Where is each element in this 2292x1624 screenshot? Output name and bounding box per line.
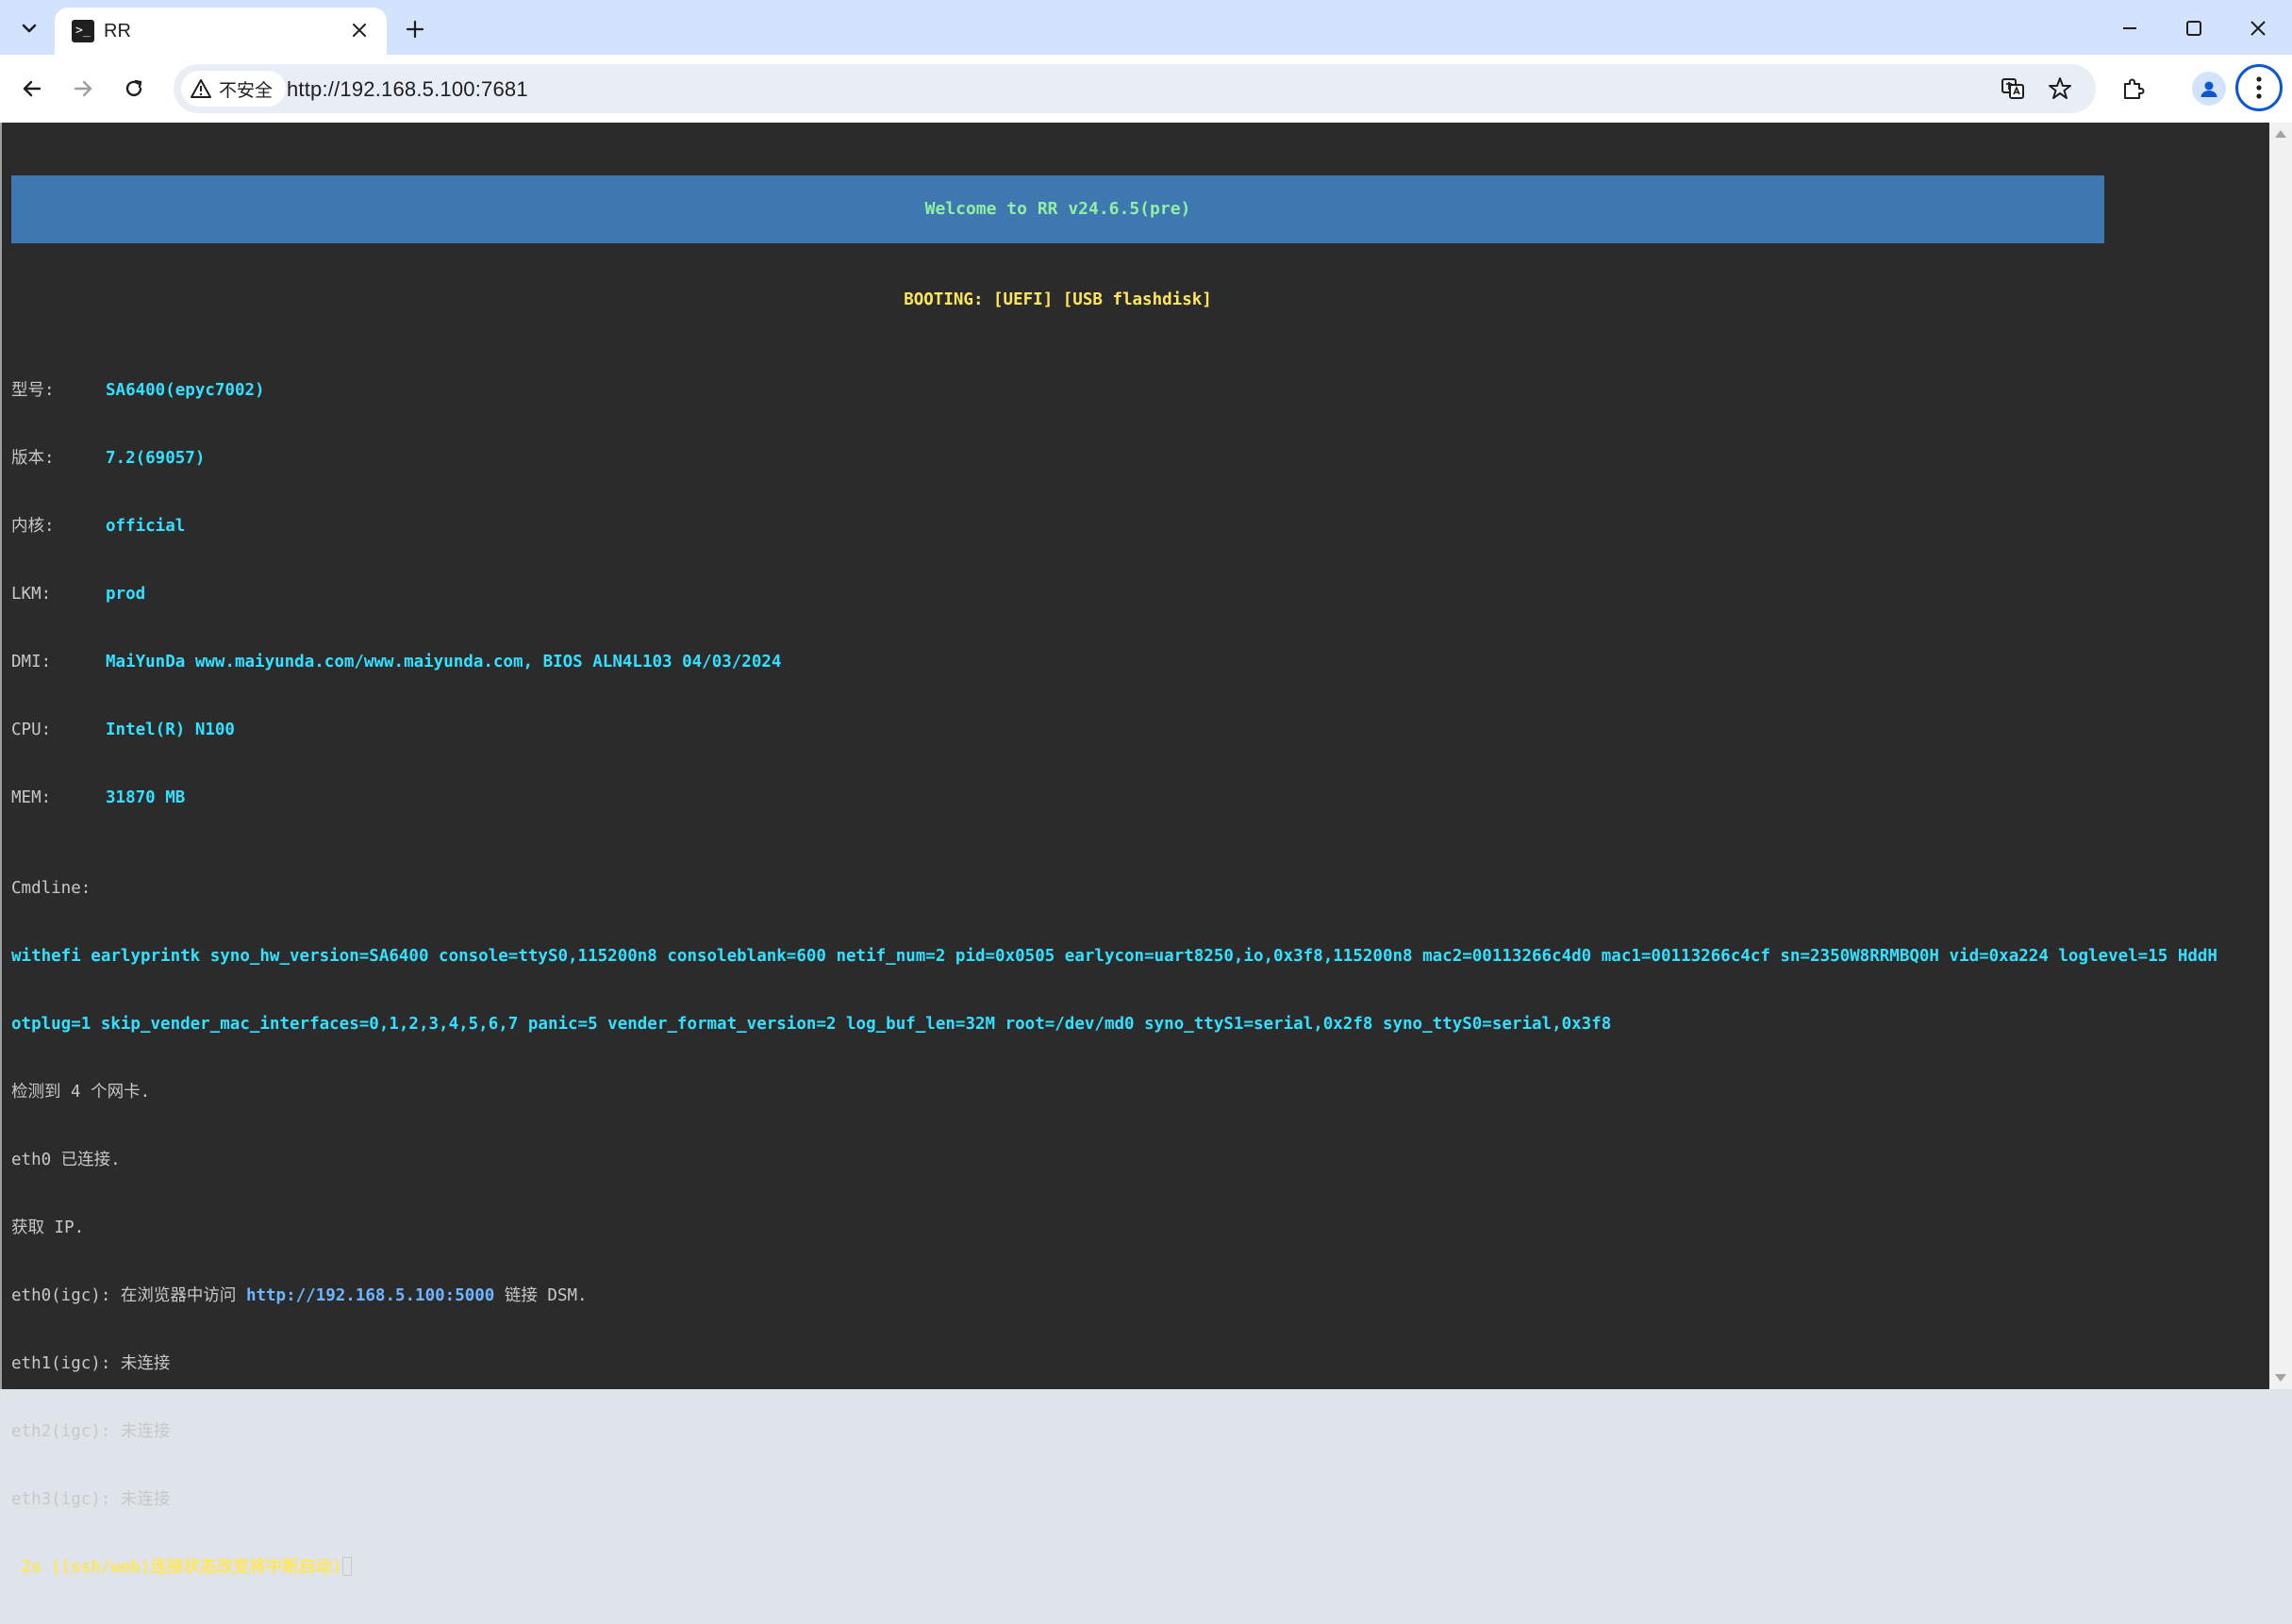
back-arrow-icon[interactable] — [11, 68, 53, 109]
forward-arrow-icon[interactable] — [62, 68, 104, 109]
countdown-line: 2s ((ssh/web)连接状态改变将中断启动) — [11, 1556, 2217, 1579]
info-label: 版本: — [11, 449, 55, 468]
new-tab-plus-icon[interactable] — [398, 11, 432, 45]
scroll-down-arrow-icon[interactable] — [2275, 1374, 2286, 1382]
info-value: 7.2(69057) — [106, 449, 206, 468]
eth0-connected-line: eth0 已连接. — [11, 1151, 121, 1169]
info-row-kernel: 内核: official — [11, 515, 2217, 538]
get-ip-line: 获取 IP. — [11, 1218, 85, 1237]
nic-detected-line: 检测到 4 个网卡. — [11, 1083, 151, 1102]
info-value: MaiYunDa www.maiyunda.com/www.maiyunda.c… — [106, 653, 782, 671]
eth2-status-line: eth2(igc): 未连接 — [11, 1422, 171, 1441]
info-row-model: 型号: SA6400(epyc7002) — [11, 379, 2217, 402]
info-value: prod — [106, 585, 146, 604]
info-label: LKM: — [11, 585, 52, 604]
tab-strip: >_ RR — [0, 0, 2292, 55]
browser-toolbar: 不安全 http://192.168.5.100:7681 — [0, 55, 2292, 123]
dsm-link[interactable]: http://192.168.5.100:5000 — [246, 1286, 494, 1305]
maximize-icon[interactable] — [2166, 6, 2222, 51]
boot-line: BOOTING: [UEFI] [USB flashdisk] — [904, 290, 1212, 309]
security-chip[interactable]: 不安全 — [181, 71, 287, 107]
browser-menu-kebab-icon[interactable] — [2235, 64, 2283, 111]
info-value: Intel(R) N100 — [106, 721, 235, 739]
address-bar[interactable]: 不安全 http://192.168.5.100:7681 — [174, 64, 2096, 113]
info-label: 内核: — [11, 517, 55, 536]
eth0-status-line: eth0(igc): 在浏览器中访问 http://192.168.5.100:… — [11, 1284, 2217, 1307]
info-row-lkm: LKM: prod — [11, 583, 2217, 605]
info-row-dmi: DMI: MaiYunDa www.maiyunda.com/www.maiyun… — [11, 651, 2217, 673]
info-label: DMI: — [11, 653, 52, 671]
terminal-favicon-icon: >_ — [72, 20, 94, 42]
scroll-up-arrow-icon[interactable] — [2275, 130, 2286, 138]
info-label: MEM: — [11, 788, 52, 807]
info-label: 型号: — [11, 381, 55, 400]
info-value: 31870 MB — [106, 788, 186, 807]
eth0-prefix: eth0(igc): 在浏览器中访问 — [11, 1286, 246, 1305]
tab-close-icon[interactable] — [345, 17, 374, 45]
info-row-version: 版本: 7.2(69057) — [11, 447, 2217, 470]
translate-icon[interactable] — [1998, 74, 2028, 104]
info-row-mem: MEM: 31870 MB — [11, 787, 2217, 809]
info-value: official — [106, 517, 186, 536]
cmdline-line-2: otplug=1 skip_vender_mac_interfaces=0,1,… — [11, 1015, 1612, 1034]
info-value: SA6400(epyc7002) — [106, 381, 265, 400]
eth0-suffix: 链接 DSM. — [494, 1286, 588, 1305]
security-label: 不安全 — [219, 80, 274, 101]
info-label: CPU: — [11, 721, 52, 739]
countdown-text: 2s ((ssh/web)连接状态改变将中断启动) — [11, 1558, 342, 1577]
reload-icon[interactable] — [113, 68, 155, 109]
terminal-output: Welcome to RR v24.6.5(pre) BOOTING: [UEF… — [11, 130, 2217, 1624]
tab-search-chevron-icon[interactable] — [11, 11, 47, 45]
warning-triangle-icon — [191, 79, 211, 98]
browser-tab[interactable]: >_ RR — [55, 8, 387, 55]
extensions-puzzle-icon[interactable] — [2113, 68, 2154, 109]
terminal-viewport[interactable]: Welcome to RR v24.6.5(pre) BOOTING: [UEF… — [0, 123, 2269, 1577]
welcome-banner: Welcome to RR v24.6.5(pre) — [11, 175, 2104, 243]
cmdline-line-1: withefi earlyprintk syno_hw_version=SA64… — [11, 947, 2217, 966]
cmdline-label: Cmdline: — [11, 879, 91, 898]
terminal-cursor — [341, 1557, 352, 1576]
profile-avatar-icon[interactable] — [2192, 72, 2226, 106]
url-text[interactable]: http://192.168.5.100:7681 — [287, 77, 528, 102]
minimize-icon[interactable] — [2101, 6, 2158, 51]
tab-title: RR — [104, 21, 131, 41]
eth1-status-line: eth1(igc): 未连接 — [11, 1354, 171, 1373]
info-row-cpu: CPU: Intel(R) N100 — [11, 719, 2217, 741]
vertical-scrollbar[interactable] — [2269, 123, 2292, 1389]
bookmark-star-icon[interactable] — [2045, 74, 2075, 104]
window-close-icon[interactable] — [2230, 6, 2286, 51]
eth3-status-line: eth3(igc): 未连接 — [11, 1490, 171, 1509]
